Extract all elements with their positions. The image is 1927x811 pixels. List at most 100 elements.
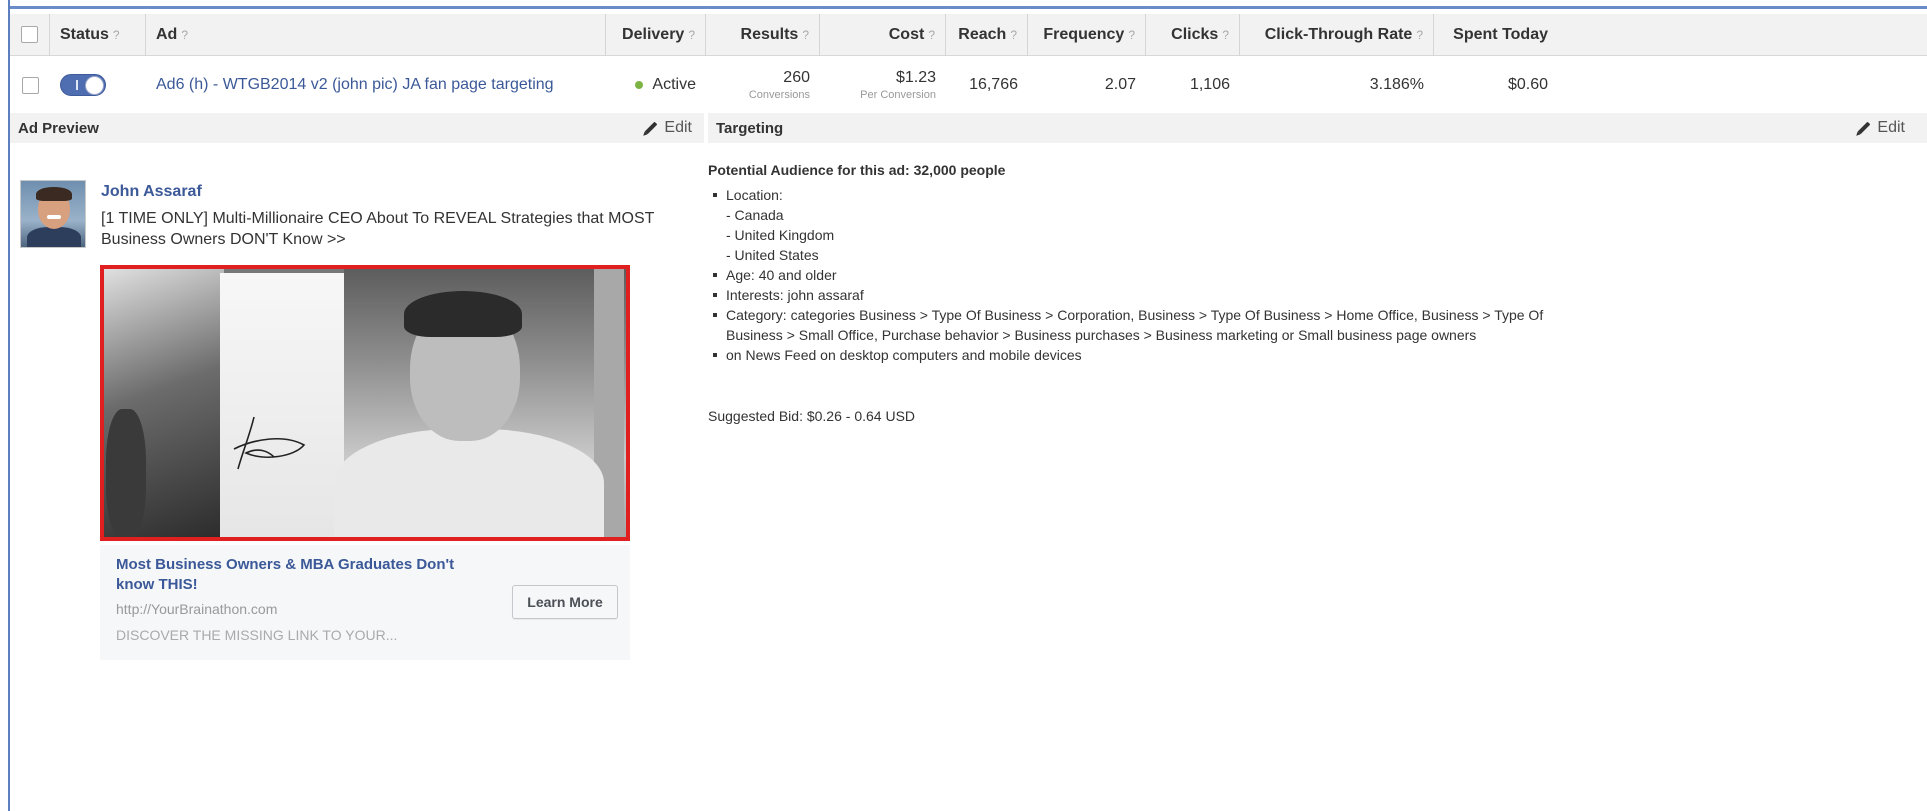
ad-preview-header: Ad Preview Edit	[10, 113, 704, 143]
results-value: 260	[783, 69, 810, 87]
location-us: - United States	[726, 247, 819, 263]
ad-preview-edit-button[interactable]: Edit	[644, 119, 692, 137]
col-status-label: Status	[60, 25, 109, 43]
avatar[interactable]	[20, 180, 86, 248]
ad-body-text: [1 TIME ONLY] Multi-Millionaire CEO Abou…	[101, 210, 655, 248]
col-frequency[interactable]: Frequency?	[1028, 13, 1146, 56]
pencil-icon	[645, 121, 658, 135]
list-item: on News Feed on desktop computers and mo…	[712, 345, 1572, 365]
col-spent-today-label: Spent Today	[1453, 25, 1548, 43]
row-select-cell	[10, 57, 50, 113]
category-target: Category: categories Business > Type Of …	[726, 307, 1544, 343]
col-status[interactable]: Status?	[50, 13, 146, 56]
table-row: Ad6 (h) - WTGB2014 v2 (john pic) JA fan …	[10, 57, 1927, 113]
targeting-list: Location: - Canada - United Kingdom - Un…	[712, 185, 1572, 365]
help-icon[interactable]: ?	[1128, 28, 1135, 42]
ad-image[interactable]	[100, 265, 630, 541]
help-icon[interactable]: ?	[1416, 28, 1423, 42]
list-item: Age: 40 and older	[712, 265, 1572, 285]
results-label: Conversions	[748, 88, 810, 101]
cost-label: Per Conversion	[860, 88, 936, 101]
delivery-cell: Active	[606, 57, 706, 113]
edit-label: Edit	[664, 119, 692, 136]
location-label: Location:	[726, 187, 783, 203]
ad-link-footer[interactable]: Most Business Owners & MBA Graduates Don…	[100, 545, 630, 660]
col-delivery[interactable]: Delivery?	[606, 13, 706, 56]
potential-audience: Potential Audience for this ad: 32,000 p…	[708, 162, 1006, 178]
cost-stack: $1.23 Per Conversion	[860, 69, 936, 101]
col-delivery-label: Delivery	[622, 25, 685, 43]
pencil-icon	[1858, 121, 1871, 135]
active-status-dot	[635, 81, 644, 89]
ad-preview-title: Ad Preview	[18, 119, 99, 137]
delivery-status: Active	[652, 76, 696, 93]
frequency-value: 2.07	[1104, 76, 1136, 93]
help-icon[interactable]: ?	[181, 28, 188, 42]
table-header: Status? Ad? Delivery? Results? Cost? Rea…	[10, 13, 1927, 56]
status-toggle[interactable]	[60, 74, 106, 96]
ads-manager-panel: Status? Ad? Delivery? Results? Cost? Rea…	[0, 0, 1927, 811]
col-clicks[interactable]: Clicks?	[1146, 13, 1240, 56]
col-ad[interactable]: Ad?	[146, 13, 606, 56]
avatar-shirt	[27, 227, 81, 247]
image-foreground-shape	[106, 409, 146, 537]
help-icon[interactable]: ?	[113, 28, 120, 42]
col-cost[interactable]: Cost?	[820, 13, 946, 56]
col-frequency-label: Frequency	[1043, 25, 1125, 43]
suggested-bid: Suggested Bid: $0.26 - 0.64 USD	[708, 408, 916, 424]
learn-more-button[interactable]: Learn More	[512, 585, 618, 619]
col-cost-label: Cost	[888, 25, 925, 43]
spent-today-value: $0.60	[1507, 76, 1548, 93]
results-stack: 260 Conversions	[749, 69, 810, 101]
list-item: Location:	[712, 185, 1572, 205]
row-checkbox[interactable]	[21, 76, 39, 94]
col-results[interactable]: Results?	[706, 13, 820, 56]
ad-link-description: DISCOVER THE MISSING LINK TO YOUR...	[116, 627, 398, 643]
select-all-cell	[10, 13, 50, 56]
col-ctr[interactable]: Click-Through Rate?	[1240, 13, 1434, 56]
image-paper	[220, 273, 348, 537]
edit-label: Edit	[1877, 119, 1905, 136]
ctr-cell: 3.186%	[1240, 57, 1434, 113]
signature-icon	[233, 416, 306, 470]
help-icon[interactable]: ?	[1222, 28, 1229, 42]
col-clicks-label: Clicks	[1171, 25, 1219, 43]
location-canada: - Canada	[726, 207, 784, 223]
cost-value: $1.23	[895, 69, 936, 87]
ad-link-url: http://YourBrainathon.com	[116, 601, 278, 617]
help-icon[interactable]: ?	[928, 28, 935, 42]
list-item: Category: categories Business > Type Of …	[712, 305, 1572, 345]
age-target: Age: 40 and older	[726, 267, 837, 283]
help-icon[interactable]: ?	[688, 28, 695, 42]
help-icon[interactable]: ?	[1010, 28, 1017, 42]
avatar-smile	[47, 215, 61, 219]
location-uk: - United Kingdom	[726, 227, 835, 243]
ad-name-cell: Ad6 (h) - WTGB2014 v2 (john pic) JA fan …	[146, 57, 606, 113]
ad-name-link[interactable]: Ad6 (h) - WTGB2014 v2 (john pic) JA fan …	[156, 76, 554, 94]
col-reach[interactable]: Reach?	[946, 13, 1028, 56]
list-item: - United Kingdom	[712, 225, 1572, 245]
list-item: - United States	[712, 245, 1572, 265]
help-icon[interactable]: ?	[802, 28, 809, 42]
spent-today-cell: $0.60	[1434, 57, 1558, 113]
image-shirt	[334, 429, 604, 537]
col-reach-label: Reach	[958, 25, 1007, 43]
col-ctr-label: Click-Through Rate	[1264, 25, 1413, 43]
avatar-hair	[36, 187, 72, 201]
results-cell: 260 Conversions	[706, 57, 820, 113]
list-item: - Canada	[712, 205, 1572, 225]
list-item: Interests: john assaraf	[712, 285, 1572, 305]
reach-cell: 16,766	[946, 57, 1028, 113]
clicks-value: 1,106	[1189, 76, 1230, 93]
ad-link-title[interactable]: Most Business Owners & MBA Graduates Don…	[116, 555, 496, 595]
targeting-edit-button[interactable]: Edit	[1857, 119, 1905, 137]
page-name-link[interactable]: John Assaraf	[101, 183, 202, 201]
ctr-value: 3.186%	[1369, 76, 1424, 93]
placement-target: on News Feed on desktop computers and mo…	[726, 347, 1082, 363]
interests-target: Interests: john assaraf	[726, 287, 864, 303]
toggle-knob	[85, 76, 104, 95]
col-results-label: Results	[740, 25, 799, 43]
col-ad-label: Ad	[156, 25, 178, 43]
select-all-checkbox[interactable]	[21, 26, 38, 43]
col-spent-today[interactable]: Spent Today	[1434, 14, 1558, 56]
